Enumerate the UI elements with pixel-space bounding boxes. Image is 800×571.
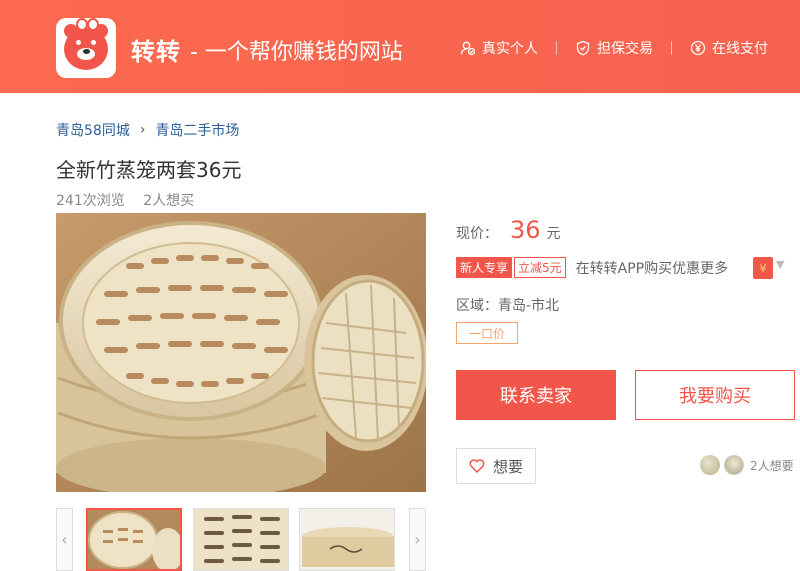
new-user-tag: 新人专享 bbox=[456, 257, 513, 278]
price-label: 现价： bbox=[456, 226, 498, 242]
region-text: 区域：青岛-市北 bbox=[456, 298, 560, 314]
view-count: 241次浏览 bbox=[56, 193, 125, 209]
header-features: 真实个人 担保交易 在线支付 bbox=[460, 38, 768, 58]
price-row: 现价： 36 元 bbox=[456, 216, 561, 244]
user-verify-icon bbox=[460, 41, 476, 56]
want-button[interactable]: 想要 bbox=[456, 448, 536, 484]
want-count: 2人想买 bbox=[143, 193, 195, 209]
discount-tag: 立减5元 bbox=[514, 257, 566, 278]
feature-guarantee: 担保交易 bbox=[575, 38, 653, 58]
chevron-right-icon: › bbox=[139, 122, 146, 138]
yen-circle-icon bbox=[690, 40, 706, 56]
thumbnail-3[interactable] bbox=[299, 508, 395, 571]
wanters-list: 2人想要 bbox=[700, 455, 794, 475]
breadcrumb-market[interactable]: 青岛二手市场 bbox=[155, 120, 239, 140]
avatar[interactable] bbox=[700, 455, 720, 475]
contact-seller-button[interactable]: 联系卖家 bbox=[456, 370, 616, 420]
buy-button[interactable]: 我要购买 bbox=[635, 370, 795, 420]
site-header: 转转 - 一个帮你赚钱的网站 真实个人 担保交易 在线支付 bbox=[0, 0, 800, 93]
bamboo-steamer-photo bbox=[56, 213, 426, 492]
thumbnail-2[interactable] bbox=[193, 508, 289, 571]
thumb-next-button[interactable]: › bbox=[409, 508, 426, 571]
thumbnail-1[interactable] bbox=[86, 508, 182, 571]
zhuanzhuan-logo-icon[interactable] bbox=[56, 18, 116, 78]
feature-online-pay: 在线支付 bbox=[690, 38, 768, 58]
thumbnail-image bbox=[88, 510, 180, 569]
thumb-prev-button[interactable]: ‹ bbox=[56, 508, 73, 571]
product-stats: 241次浏览 2人想买 bbox=[56, 190, 208, 210]
thumbnail-image bbox=[300, 509, 394, 570]
divider bbox=[556, 41, 557, 55]
heart-icon bbox=[469, 459, 485, 473]
breadcrumb: 青岛58同城 › 青岛二手市场 bbox=[56, 120, 239, 140]
want-label: 想要 bbox=[492, 457, 523, 476]
product-title: 全新竹蒸笼两套36元 bbox=[56, 158, 242, 182]
price-value: 36 bbox=[510, 216, 541, 244]
wanters-count: 2人想要 bbox=[750, 458, 794, 473]
price-unit: 元 bbox=[546, 226, 561, 242]
thumbnail-image bbox=[194, 509, 288, 570]
fixed-price-tag: 一口价 bbox=[456, 322, 518, 344]
red-packet-icon[interactable]: ¥ bbox=[753, 257, 773, 279]
divider bbox=[671, 41, 672, 55]
breadcrumb-city[interactable]: 青岛58同城 bbox=[56, 120, 130, 140]
slogan: - 一个帮你赚钱的网站 bbox=[190, 40, 403, 65]
product-main-image[interactable] bbox=[56, 213, 426, 492]
chevron-down-icon[interactable]: ▼ bbox=[776, 258, 784, 271]
promo-text: 在转转APP购买优惠更多 bbox=[575, 260, 729, 277]
feature-real-person: 真实个人 bbox=[460, 38, 538, 58]
avatar[interactable] bbox=[724, 455, 744, 475]
shield-icon bbox=[576, 40, 590, 56]
brand-name: 转转 bbox=[131, 38, 181, 66]
promo-row: 新人专享 立减5元 在转转APP购买优惠更多 bbox=[456, 257, 728, 278]
